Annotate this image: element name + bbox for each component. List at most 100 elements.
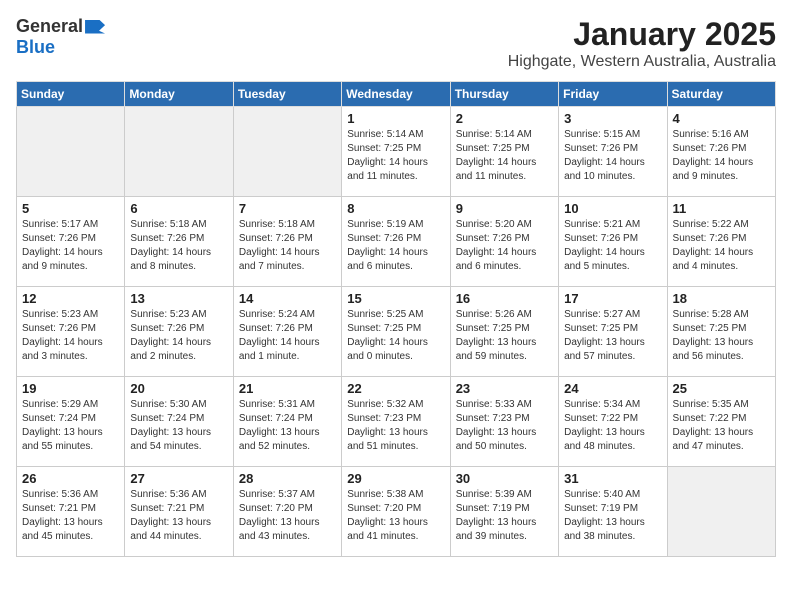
day-number: 16 [456, 291, 553, 306]
day-content: Sunrise: 5:15 AM Sunset: 7:26 PM Dayligh… [564, 128, 661, 184]
day-content: Sunrise: 5:14 AM Sunset: 7:25 PM Dayligh… [347, 128, 444, 184]
day-number: 9 [456, 201, 553, 216]
day-number: 14 [239, 291, 336, 306]
day-content: Sunrise: 5:29 AM Sunset: 7:24 PM Dayligh… [22, 398, 119, 454]
weekday-header-wednesday: Wednesday [342, 82, 450, 107]
calendar-cell: 6 Sunrise: 5:18 AM Sunset: 7:26 PM Daylig… [125, 197, 233, 287]
day-number: 19 [22, 381, 119, 396]
weekday-header-saturday: Saturday [667, 82, 775, 107]
calendar-cell: 23 Sunrise: 5:33 AM Sunset: 7:23 PM Dayli… [450, 377, 558, 467]
day-number: 8 [347, 201, 444, 216]
calendar-cell: 26 Sunrise: 5:36 AM Sunset: 7:21 PM Dayli… [17, 467, 125, 557]
day-number: 29 [347, 471, 444, 486]
calendar-cell: 24Sunrise: 5:34 AM Sunset: 7:22 PM Dayli… [559, 377, 667, 467]
day-number: 11 [673, 201, 770, 216]
calendar-cell: 17Sunrise: 5:27 AM Sunset: 7:25 PM Dayli… [559, 287, 667, 377]
day-content: Sunrise: 5:18 AM Sunset: 7:26 PM Dayligh… [239, 218, 336, 274]
day-content: Sunrise: 5:38 AM Sunset: 7:20 PM Dayligh… [347, 488, 444, 544]
weekday-header-tuesday: Tuesday [233, 82, 341, 107]
calendar-cell: 18 Sunrise: 5:28 AM Sunset: 7:25 PM Dayli… [667, 287, 775, 377]
calendar-cell: 10Sunrise: 5:21 AM Sunset: 7:26 PM Dayli… [559, 197, 667, 287]
title-area: January 2025 Highgate, Western Australia… [508, 16, 776, 71]
day-content: Sunrise: 5:24 AM Sunset: 7:26 PM Dayligh… [239, 308, 336, 364]
day-content: Sunrise: 5:33 AM Sunset: 7:23 PM Dayligh… [456, 398, 553, 454]
day-content: Sunrise: 5:19 AM Sunset: 7:26 PM Dayligh… [347, 218, 444, 274]
calendar-cell: 19 Sunrise: 5:29 AM Sunset: 7:24 PM Dayli… [17, 377, 125, 467]
logo-general-text: General [16, 16, 83, 37]
day-number: 24 [564, 381, 661, 396]
calendar-cell [17, 107, 125, 197]
weekday-header-sunday: Sunday [17, 82, 125, 107]
day-number: 27 [130, 471, 227, 486]
day-number: 23 [456, 381, 553, 396]
calendar-cell: 8 Sunrise: 5:19 AM Sunset: 7:26 PM Daylig… [342, 197, 450, 287]
day-content: Sunrise: 5:31 AM Sunset: 7:24 PM Dayligh… [239, 398, 336, 454]
day-content: Sunrise: 5:23 AM Sunset: 7:26 PM Dayligh… [22, 308, 119, 364]
day-content: Sunrise: 5:16 AM Sunset: 7:26 PM Dayligh… [673, 128, 770, 184]
calendar-cell: 12Sunrise: 5:23 AM Sunset: 7:26 PM Dayli… [17, 287, 125, 377]
logo: General Blue [16, 16, 105, 58]
day-number: 6 [130, 201, 227, 216]
calendar-cell: 13 Sunrise: 5:23 AM Sunset: 7:26 PM Dayli… [125, 287, 233, 377]
day-number: 25 [673, 381, 770, 396]
day-content: Sunrise: 5:26 AM Sunset: 7:25 PM Dayligh… [456, 308, 553, 364]
calendar-cell: 30Sunrise: 5:39 AM Sunset: 7:19 PM Dayli… [450, 467, 558, 557]
calendar-cell: 25 Sunrise: 5:35 AM Sunset: 7:22 PM Dayli… [667, 377, 775, 467]
day-content: Sunrise: 5:21 AM Sunset: 7:26 PM Dayligh… [564, 218, 661, 274]
calendar-week-row: 5 Sunrise: 5:17 AM Sunset: 7:26 PM Daylig… [17, 197, 776, 287]
day-content: Sunrise: 5:35 AM Sunset: 7:22 PM Dayligh… [673, 398, 770, 454]
calendar-cell: 11 Sunrise: 5:22 AM Sunset: 7:26 PM Dayli… [667, 197, 775, 287]
day-number: 15 [347, 291, 444, 306]
month-title: January 2025 [508, 16, 776, 53]
day-content: Sunrise: 5:20 AM Sunset: 7:26 PM Dayligh… [456, 218, 553, 274]
calendar-table: SundayMondayTuesdayWednesdayThursdayFrid… [16, 81, 776, 557]
day-number: 20 [130, 381, 227, 396]
day-content: Sunrise: 5:40 AM Sunset: 7:19 PM Dayligh… [564, 488, 661, 544]
day-content: Sunrise: 5:25 AM Sunset: 7:25 PM Dayligh… [347, 308, 444, 364]
location-title: Highgate, Western Australia, Australia [508, 53, 776, 71]
day-content: Sunrise: 5:32 AM Sunset: 7:23 PM Dayligh… [347, 398, 444, 454]
day-number: 30 [456, 471, 553, 486]
day-content: Sunrise: 5:22 AM Sunset: 7:26 PM Dayligh… [673, 218, 770, 274]
day-number: 18 [673, 291, 770, 306]
calendar-cell: 22Sunrise: 5:32 AM Sunset: 7:23 PM Dayli… [342, 377, 450, 467]
calendar-cell: 28 Sunrise: 5:37 AM Sunset: 7:20 PM Dayli… [233, 467, 341, 557]
calendar-cell [233, 107, 341, 197]
weekday-header-friday: Friday [559, 82, 667, 107]
day-content: Sunrise: 5:36 AM Sunset: 7:21 PM Dayligh… [22, 488, 119, 544]
calendar-cell: 27Sunrise: 5:36 AM Sunset: 7:21 PM Dayli… [125, 467, 233, 557]
day-number: 4 [673, 111, 770, 126]
calendar-cell: 9 Sunrise: 5:20 AM Sunset: 7:26 PM Daylig… [450, 197, 558, 287]
day-number: 7 [239, 201, 336, 216]
day-number: 1 [347, 111, 444, 126]
day-content: Sunrise: 5:17 AM Sunset: 7:26 PM Dayligh… [22, 218, 119, 274]
day-number: 31 [564, 471, 661, 486]
calendar-cell: 7 Sunrise: 5:18 AM Sunset: 7:26 PM Daylig… [233, 197, 341, 287]
calendar-cell: 2 Sunrise: 5:14 AM Sunset: 7:25 PM Daylig… [450, 107, 558, 197]
day-number: 28 [239, 471, 336, 486]
day-number: 5 [22, 201, 119, 216]
calendar-cell: 29 Sunrise: 5:38 AM Sunset: 7:20 PM Dayli… [342, 467, 450, 557]
day-content: Sunrise: 5:18 AM Sunset: 7:26 PM Dayligh… [130, 218, 227, 274]
calendar-cell: 15 Sunrise: 5:25 AM Sunset: 7:25 PM Dayli… [342, 287, 450, 377]
day-content: Sunrise: 5:23 AM Sunset: 7:26 PM Dayligh… [130, 308, 227, 364]
calendar-cell: 1 Sunrise: 5:14 AM Sunset: 7:25 PM Daylig… [342, 107, 450, 197]
calendar-cell: 4 Sunrise: 5:16 AM Sunset: 7:26 PM Daylig… [667, 107, 775, 197]
calendar-cell: 3 Sunrise: 5:15 AM Sunset: 7:26 PM Daylig… [559, 107, 667, 197]
calendar-cell: 31 Sunrise: 5:40 AM Sunset: 7:19 PM Dayli… [559, 467, 667, 557]
day-content: Sunrise: 5:30 AM Sunset: 7:24 PM Dayligh… [130, 398, 227, 454]
day-content: Sunrise: 5:14 AM Sunset: 7:25 PM Dayligh… [456, 128, 553, 184]
day-number: 13 [130, 291, 227, 306]
day-content: Sunrise: 5:28 AM Sunset: 7:25 PM Dayligh… [673, 308, 770, 364]
day-content: Sunrise: 5:37 AM Sunset: 7:20 PM Dayligh… [239, 488, 336, 544]
calendar-cell: 5 Sunrise: 5:17 AM Sunset: 7:26 PM Daylig… [17, 197, 125, 287]
weekday-header-monday: Monday [125, 82, 233, 107]
logo-blue-text: Blue [16, 37, 55, 58]
day-number: 2 [456, 111, 553, 126]
day-number: 26 [22, 471, 119, 486]
calendar-cell: 14 Sunrise: 5:24 AM Sunset: 7:26 PM Dayli… [233, 287, 341, 377]
calendar-cell: 20 Sunrise: 5:30 AM Sunset: 7:24 PM Dayli… [125, 377, 233, 467]
calendar-week-row: 1 Sunrise: 5:14 AM Sunset: 7:25 PM Daylig… [17, 107, 776, 197]
day-number: 3 [564, 111, 661, 126]
calendar-cell: 21Sunrise: 5:31 AM Sunset: 7:24 PM Dayli… [233, 377, 341, 467]
